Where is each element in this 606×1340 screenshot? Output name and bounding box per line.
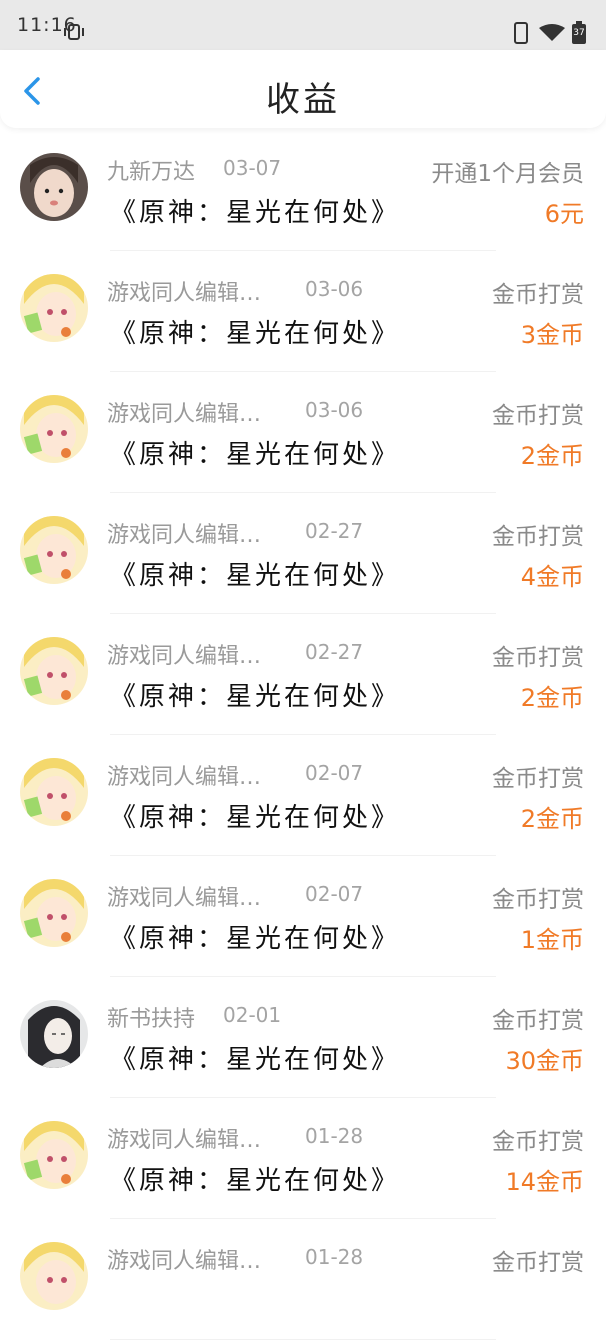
earnings-list: 九新万达 03-07 开通1个月会员 《原神：星光在何处》 6元 游戏同人编辑…… [0, 130, 606, 1340]
author-name: 游戏同人编辑… [107, 886, 262, 911]
list-item[interactable]: 游戏同人编辑… 02-07 金币打赏 《原神：星光在何处》 1金币 [0, 856, 606, 977]
book-title: 《原神：星光在何处》 [110, 319, 401, 349]
list-item[interactable]: 游戏同人编辑… 03-06 金币打赏 《原神：星光在何处》 2金币 [0, 372, 606, 493]
battery-level: 37 [573, 28, 585, 38]
record-date: 02-07 [305, 882, 364, 906]
record-type: 金币打赏 [492, 766, 584, 792]
avatar [20, 395, 88, 463]
record-type: 金币打赏 [492, 887, 584, 913]
avatar [20, 1242, 88, 1310]
book-title: 《原神：星光在何处》 [110, 440, 401, 470]
record-type: 金币打赏 [492, 1250, 584, 1276]
author-name: 游戏同人编辑… [107, 644, 262, 669]
list-item[interactable]: 游戏同人编辑… 01-28 金币打赏 《原神：星光在何处》 14金币 [0, 1098, 606, 1219]
list-item[interactable]: 游戏同人编辑… 02-07 金币打赏 《原神：星光在何处》 2金币 [0, 735, 606, 856]
author-name: 游戏同人编辑… [107, 1128, 262, 1153]
record-date: 02-01 [223, 1003, 282, 1027]
author-name: 游戏同人编辑… [107, 1249, 262, 1274]
record-date: 02-27 [305, 519, 364, 543]
author-name: 游戏同人编辑… [107, 765, 262, 790]
record-type: 金币打赏 [492, 645, 584, 671]
record-type: 金币打赏 [492, 524, 584, 550]
record-date: 02-07 [305, 761, 364, 785]
author-name: 新书扶持 [107, 1007, 196, 1032]
book-title: 《原神：星光在何处》 [110, 682, 401, 712]
record-type: 金币打赏 [492, 1008, 584, 1034]
avatar [20, 637, 88, 705]
record-date: 02-27 [305, 640, 364, 664]
avatar [20, 879, 88, 947]
avatar [20, 1000, 88, 1068]
avatar [20, 516, 88, 584]
list-item[interactable]: 游戏同人编辑… 02-27 金币打赏 《原神：星光在何处》 4金币 [0, 493, 606, 614]
record-type: 开通1个月会员 [431, 161, 584, 187]
record-amount: 14金币 [505, 1168, 584, 1196]
book-title: 《原神：星光在何处》 [110, 1166, 401, 1196]
record-date: 01-28 [305, 1245, 364, 1269]
record-amount: 3金币 [520, 321, 584, 349]
record-amount: 1金币 [520, 926, 584, 954]
record-type: 金币打赏 [492, 282, 584, 308]
list-item[interactable]: 九新万达 03-07 开通1个月会员 《原神：星光在何处》 6元 [0, 130, 606, 251]
author-name: 游戏同人编辑… [107, 281, 262, 306]
book-title: 《原神：星光在何处》 [110, 198, 401, 228]
vibrate-icon [64, 24, 84, 40]
record-type: 金币打赏 [492, 403, 584, 429]
book-title: 《原神：星光在何处》 [110, 803, 401, 833]
phone-icon [514, 22, 528, 44]
page-title: 收益 [266, 80, 340, 120]
record-amount: 2金币 [520, 805, 584, 833]
author-name: 游戏同人编辑… [107, 402, 262, 427]
book-title: 《原神：星光在何处》 [110, 1045, 401, 1075]
record-amount: 30金币 [505, 1047, 584, 1075]
record-date: 03-06 [305, 277, 364, 301]
avatar [20, 274, 88, 342]
author-name: 游戏同人编辑… [107, 523, 262, 548]
record-amount: 2金币 [520, 684, 584, 712]
wifi-icon [539, 24, 565, 41]
record-date: 03-06 [305, 398, 364, 422]
book-title: 《原神：星光在何处》 [110, 561, 401, 591]
avatar [20, 758, 88, 826]
record-date: 03-07 [223, 156, 282, 180]
list-item[interactable]: 游戏同人编辑… 02-27 金币打赏 《原神：星光在何处》 2金币 [0, 614, 606, 735]
record-amount: 2金币 [520, 442, 584, 470]
status-bar: 11:16 37 [0, 0, 606, 50]
list-item[interactable]: 新书扶持 02-01 金币打赏 《原神：星光在何处》 30金币 [0, 977, 606, 1098]
app-header: 收益 [0, 50, 606, 128]
record-amount: 4金币 [520, 563, 584, 591]
list-item[interactable]: 游戏同人编辑… 03-06 金币打赏 《原神：星光在何处》 3金币 [0, 251, 606, 372]
record-date: 01-28 [305, 1124, 364, 1148]
avatar [20, 1121, 88, 1189]
record-type: 金币打赏 [492, 1129, 584, 1155]
author-name: 九新万达 [107, 160, 196, 185]
book-title: 《原神：星光在何处》 [110, 924, 401, 954]
record-amount: 6元 [544, 200, 584, 228]
avatar [20, 153, 88, 221]
